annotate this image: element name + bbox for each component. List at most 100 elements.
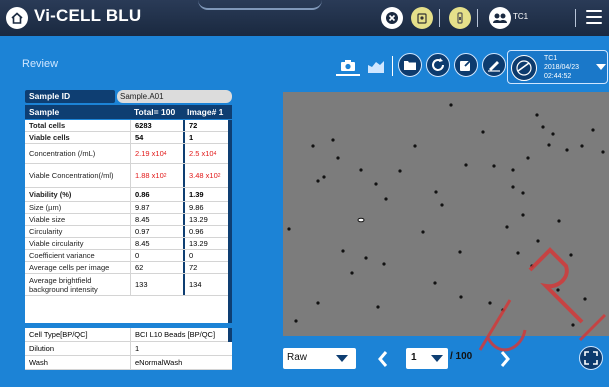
table-row: Circularity 0.97 0.96 <box>25 226 232 238</box>
cell-dot <box>294 319 298 323</box>
folder-icon <box>404 61 416 70</box>
cell-dot <box>547 143 551 147</box>
home-button[interactable] <box>6 7 28 29</box>
total-value-text: 8.45 <box>135 215 150 224</box>
detail-label: Cell Type[BP/QC] <box>29 330 88 339</box>
table-row: Viability (%) 0.86 1.39 <box>25 188 232 202</box>
top-bar: Vi-CELL BLU TC1 <box>0 0 609 36</box>
scrollbar[interactable] <box>228 328 232 342</box>
chevron-down-icon <box>336 355 348 362</box>
cell-dot <box>591 128 595 132</box>
row-image-value: 1 <box>183 132 232 143</box>
results-table-header: Sample Total= 100 Image# 1 <box>25 105 232 119</box>
camera-tab[interactable] <box>336 56 360 76</box>
total-value-text: 62 <box>135 263 144 272</box>
chart-tab[interactable] <box>366 57 386 75</box>
cell-dot <box>601 150 605 154</box>
image-value-text: 13.29 <box>189 215 208 224</box>
cell-image-viewer[interactable] <box>283 92 609 336</box>
close-circle-icon <box>386 12 398 24</box>
row-image-value: 72 <box>183 120 232 131</box>
total-value-text: 0 <box>135 251 140 260</box>
cell-dot <box>530 264 534 268</box>
export-button[interactable] <box>454 53 478 77</box>
image-value-text: 72 <box>189 263 198 272</box>
cell-dot <box>505 225 509 229</box>
cell-dot <box>374 182 378 186</box>
row-label: Average brightfield background intensity <box>29 275 98 294</box>
results-table[interactable]: Total cells 6283 72 Viable cells 54 1 Concentr… <box>25 120 232 323</box>
table-row: Average brightfield background intensity… <box>25 274 232 296</box>
open-button[interactable] <box>398 53 422 77</box>
sign-button[interactable] <box>482 53 506 77</box>
top-notch <box>198 0 322 10</box>
user-avatar <box>511 55 537 81</box>
row-total-value: 2.19 x10 4 <box>130 144 183 163</box>
sample-id-row: Sample ID Sample.A01 <box>25 90 232 103</box>
user-card-name: TC1 <box>544 55 558 62</box>
row-image-value: 134 <box>183 274 232 295</box>
image-mode-select[interactable]: Raw <box>283 348 356 369</box>
fullscreen-icon <box>584 351 598 365</box>
total-value-text: 133 <box>135 280 148 289</box>
cell-dot <box>571 323 575 327</box>
cell-dot <box>535 113 539 117</box>
image-value-text: 134 <box>189 280 202 289</box>
cell-dot <box>459 295 463 299</box>
cell-dot <box>557 219 561 223</box>
image-value-text: 0 <box>189 251 194 260</box>
user-card[interactable]: TC1 2018/04/23 02:44:52 <box>507 50 608 84</box>
cell-dot <box>341 249 345 253</box>
user-name: TC1 <box>513 12 529 21</box>
row-label: Viable Concentration(/ml) <box>29 171 114 180</box>
sample-id-value: Sample.A01 <box>117 90 232 103</box>
row-label: Viability (%) <box>29 190 72 199</box>
next-image-button[interactable] <box>497 348 513 370</box>
refresh-icon <box>432 58 444 71</box>
image-value-text: 3.48 x10 <box>189 171 218 180</box>
image-number-select[interactable]: 1 <box>406 348 448 369</box>
stop-button[interactable] <box>381 7 403 29</box>
cell-dot <box>516 251 520 255</box>
row-label: Viable size <box>29 215 66 224</box>
export-icon <box>460 59 472 71</box>
scrollbar[interactable] <box>228 120 232 323</box>
row-total-value: 0.97 <box>130 226 183 237</box>
bright-bead <box>357 217 365 223</box>
image-value-text: 72 <box>189 121 198 130</box>
settings-icon <box>417 13 427 24</box>
row-image-value: 0 <box>183 250 232 261</box>
app-title: Vi-CELL BLU <box>34 6 142 25</box>
toolbar-separator <box>477 9 478 27</box>
user-signature-icon <box>516 60 532 76</box>
column-header-sample: Sample <box>29 107 60 117</box>
cell-dot <box>556 288 560 292</box>
cell-dot <box>359 168 363 172</box>
cell-dot <box>433 281 437 285</box>
cell-dot <box>384 197 388 201</box>
row-label: Circularity <box>29 227 63 236</box>
fullscreen-button[interactable] <box>579 346 603 370</box>
total-value-exponent: 2 <box>163 172 167 179</box>
previous-image-button[interactable] <box>375 348 391 370</box>
row-label: Size (µm) <box>29 203 62 212</box>
table-row: Average cells per image 62 72 <box>25 262 232 274</box>
row-total-value: 8.45 <box>130 214 183 225</box>
detail-label: Dilution <box>29 344 55 353</box>
row-label: Coefficient variance <box>29 251 95 260</box>
menu-icon[interactable] <box>586 10 602 24</box>
detail-value: 1 <box>130 342 232 355</box>
settings-button[interactable] <box>411 7 433 29</box>
cell-dot <box>287 227 291 231</box>
total-value-text: 54 <box>135 133 144 142</box>
chevron-down-icon <box>431 355 443 362</box>
user-button[interactable] <box>489 7 511 29</box>
reanalyze-button[interactable] <box>426 53 450 77</box>
lock-button[interactable] <box>449 7 471 29</box>
total-value-text: 0.86 <box>135 190 150 199</box>
row-image-value: 2.5 x10 4 <box>183 144 232 163</box>
row-image-value: 3.48 x10 2 <box>183 164 232 187</box>
user-card-info: TC1 2018/04/23 02:44:52 <box>544 54 579 81</box>
cell-dot <box>316 179 320 183</box>
detail-row: Cell Type[BP/QC] BCI L10 Beads [BP/QC] <box>25 328 232 342</box>
